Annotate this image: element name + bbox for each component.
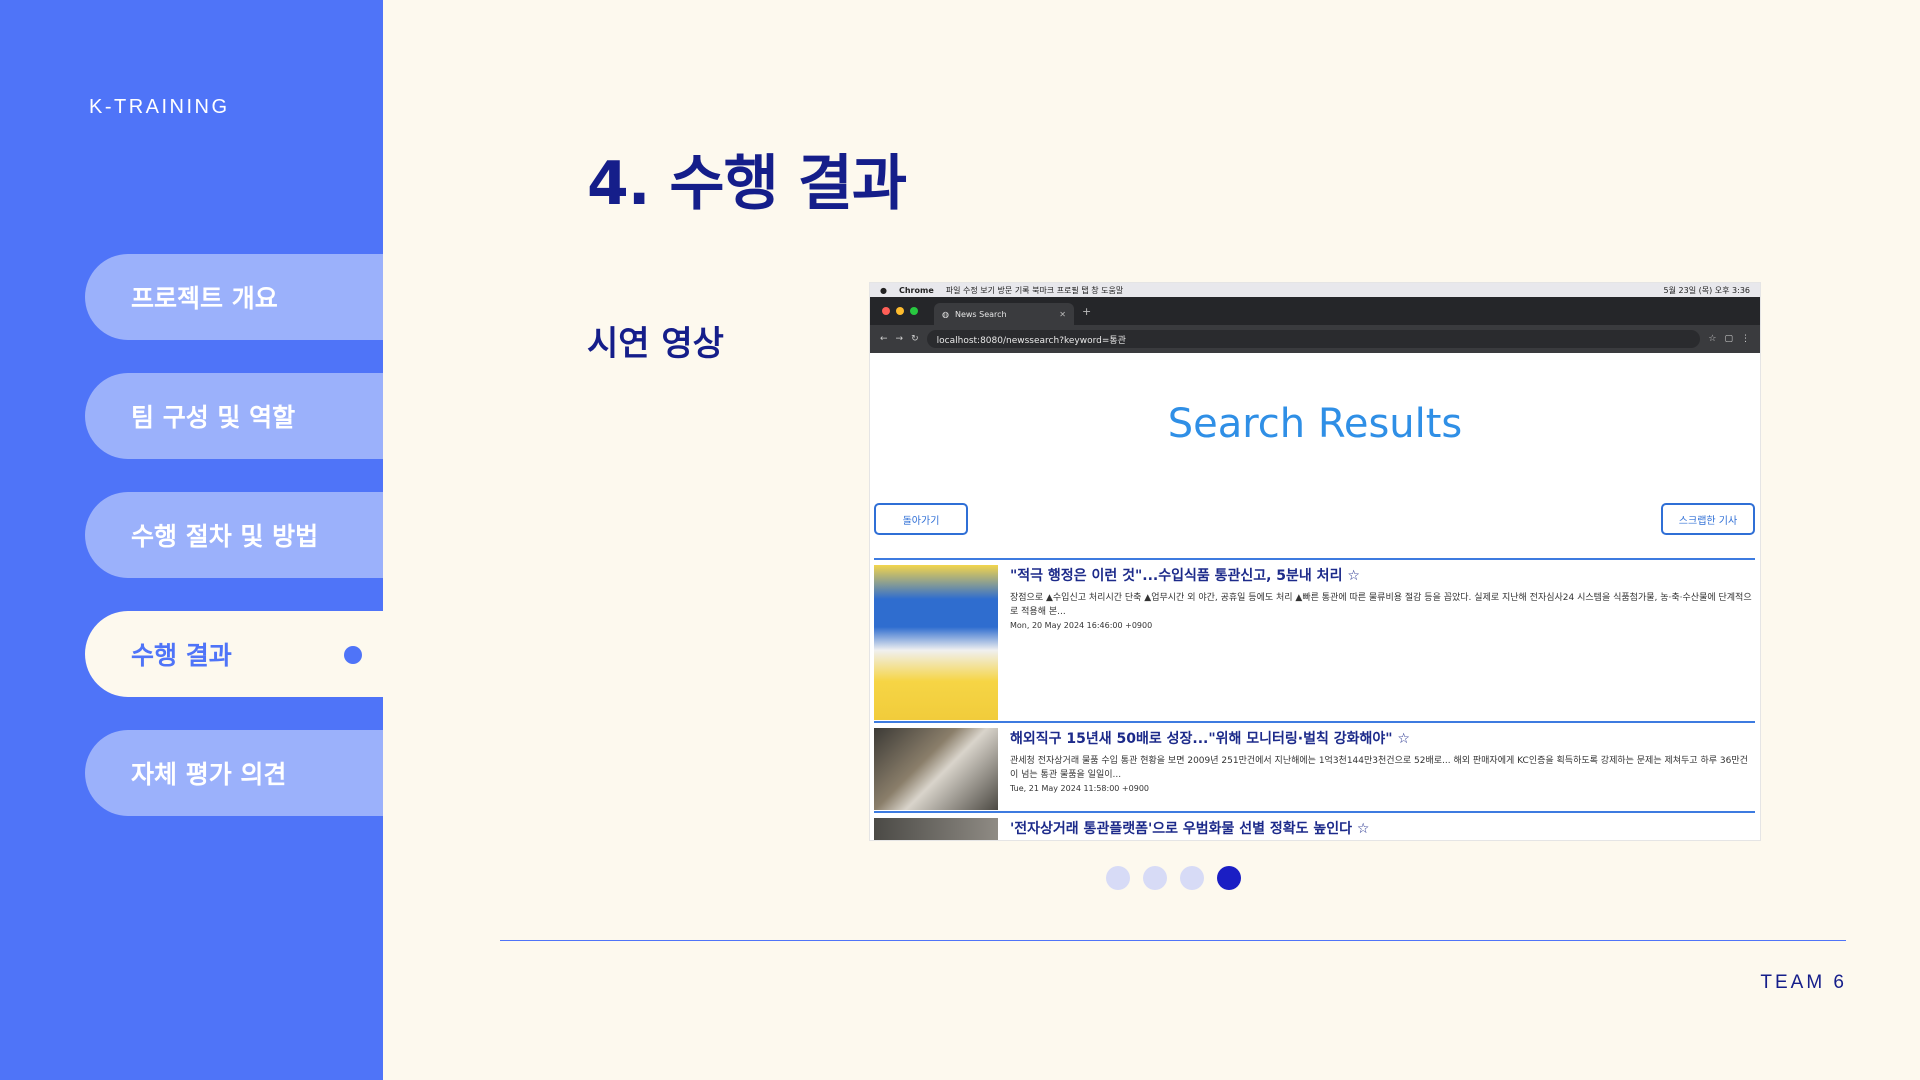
window-controls: [882, 307, 918, 315]
pagination-dot-4-active[interactable]: [1217, 866, 1241, 890]
result-title[interactable]: '전자상거래 통관플랫폼'으로 우범화물 선별 정확도 높인다 ☆: [1010, 818, 1755, 838]
close-tab-icon[interactable]: ✕: [1059, 310, 1066, 319]
result-item[interactable]: "적극 행정은 이런 것"...수입식품 통관신고, 5분내 처리 ☆ 장점으로…: [874, 558, 1755, 720]
active-indicator-dot: [344, 646, 362, 664]
result-item[interactable]: '전자상거래 통관플랫폼'으로 우범화물 선별 정확도 높인다 ☆: [874, 811, 1755, 840]
nav-item-label: 수행 결과: [131, 641, 232, 670]
page-title: 4. 수행 결과: [587, 149, 907, 219]
browser-toolbar: ← → ↻ localhost:8080/newssearch?keyword=…: [870, 325, 1760, 353]
result-title[interactable]: "적극 행정은 이런 것"...수입식품 통관신고, 5분내 처리 ☆: [1010, 565, 1755, 585]
nav-item-label: 프로젝트 개요: [131, 284, 278, 313]
back-arrow-icon[interactable]: ←: [880, 334, 888, 344]
back-button[interactable]: 돌아가기: [874, 503, 968, 535]
search-results-heading: Search Results: [1167, 401, 1463, 447]
nav-item-procedure[interactable]: 수행 절차 및 방법: [85, 492, 383, 578]
new-tab-icon[interactable]: +: [1082, 305, 1091, 318]
result-description: 장점으로 ▲수입신고 처리시간 단축 ▲업무시간 외 야간, 공휴일 등에도 처…: [1010, 593, 1752, 617]
nav-item-label: 팀 구성 및 역할: [131, 403, 296, 432]
nav-item-project-overview[interactable]: 프로젝트 개요: [85, 254, 383, 340]
result-date: Tue, 21 May 2024 11:58:00 +0900: [1010, 784, 1149, 793]
nav-item-label: 자체 평가 의견: [131, 760, 287, 789]
nav-item-self-evaluation[interactable]: 자체 평가 의견: [85, 730, 383, 816]
menubar-menus: 파일 수정 보기 방문 기록 북마크 프로필 탭 창 도움말: [945, 285, 1124, 295]
result-item[interactable]: 해외직구 15년새 50배로 성장..."위해 모니터링·벌칙 강화해야" ☆ …: [874, 721, 1755, 810]
scrapped-articles-button[interactable]: 스크랩한 기사: [1661, 503, 1755, 535]
slide-pagination: [1106, 866, 1241, 890]
nav-item-team-roles[interactable]: 팀 구성 및 역할: [85, 373, 383, 459]
section-subtitle: 시연 영상: [587, 324, 724, 364]
footer-divider: [500, 940, 1846, 941]
globe-icon: ◍: [942, 309, 949, 319]
result-title[interactable]: 해외직구 15년새 50배로 성장..."위해 모니터링·벌칙 강화해야" ☆: [1010, 728, 1755, 748]
url-text: localhost:8080/newssearch?keyword=통관: [936, 335, 1126, 346]
extensions-icon[interactable]: ▢: [1724, 334, 1733, 344]
result-date: Mon, 20 May 2024 16:46:00 +0900: [1010, 621, 1153, 630]
reload-icon[interactable]: ↻: [911, 334, 919, 344]
minimize-window-icon[interactable]: [896, 307, 904, 315]
maximize-window-icon[interactable]: [910, 307, 918, 315]
pagination-dot-3[interactable]: [1180, 866, 1204, 890]
mac-menubar: ● Chrome 파일 수정 보기 방문 기록 북마크 프로필 탭 창 도움말 …: [870, 283, 1760, 297]
result-thumbnail: [874, 565, 998, 720]
demo-screenshot[interactable]: ● Chrome 파일 수정 보기 방문 기록 북마크 프로필 탭 창 도움말 …: [870, 283, 1760, 840]
pagination-dot-1[interactable]: [1106, 866, 1130, 890]
browser-tab[interactable]: ◍ News Search ✕: [934, 303, 1074, 325]
bookmark-star-icon[interactable]: ☆: [1708, 334, 1716, 344]
menubar-datetime: 5월 23일 (목) 오후 3:36: [1663, 285, 1750, 295]
browser-tab-strip: ◍ News Search ✕ +: [870, 297, 1760, 325]
nav-item-results[interactable]: 수행 결과: [85, 611, 383, 697]
menu-kebab-icon[interactable]: ⋮: [1741, 334, 1750, 344]
forward-arrow-icon[interactable]: →: [896, 334, 904, 344]
menubar-app-name: Chrome: [898, 285, 934, 295]
result-description: 관세청 전자상거래 물품 수입 통관 현황을 보면 2009년 251만건에서 …: [1010, 756, 1748, 780]
address-bar[interactable]: localhost:8080/newssearch?keyword=통관: [926, 330, 1701, 348]
apple-icon: ●: [880, 285, 887, 295]
close-window-icon[interactable]: [882, 307, 890, 315]
sidebar: K-TRAINING 프로젝트 개요 팀 구성 및 역할 수행 절차 및 방법 …: [0, 0, 383, 1080]
result-thumbnail: [874, 818, 998, 840]
brand-label: K-TRAINING: [89, 96, 230, 118]
pagination-dot-2[interactable]: [1143, 866, 1167, 890]
result-thumbnail: [874, 728, 998, 810]
team-label: TEAM 6: [1760, 972, 1847, 993]
nav-item-label: 수행 절차 및 방법: [131, 522, 319, 551]
browser-tab-title: News Search: [954, 309, 1007, 319]
